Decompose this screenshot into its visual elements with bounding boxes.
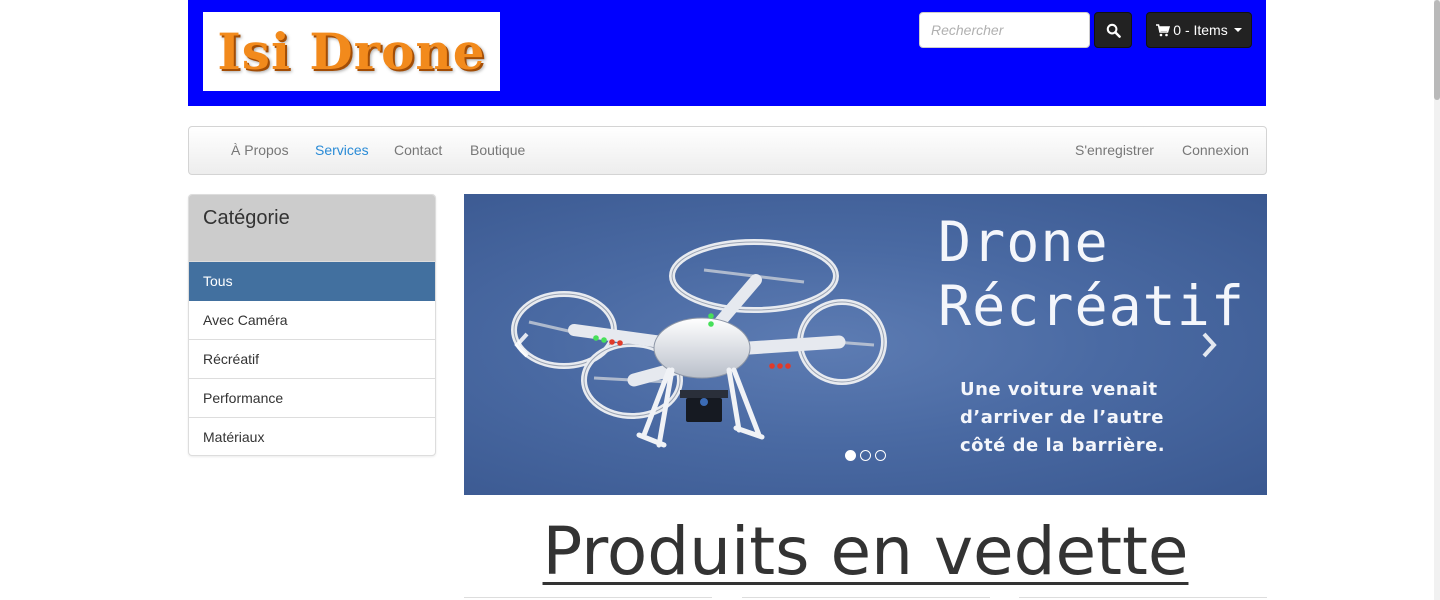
scrollbar-thumb[interactable]	[1434, 0, 1440, 100]
drone-image	[511, 239, 887, 448]
carousel-indicator-3[interactable]	[875, 450, 886, 461]
cart-dropdown-button[interactable]: 0 - Items	[1146, 12, 1252, 48]
nav-link-login[interactable]: Connexion	[1182, 127, 1249, 174]
slide-caption-line-1: Une voiture venait	[960, 379, 1158, 400]
search-icon	[1106, 23, 1121, 38]
chevron-left-icon	[514, 332, 529, 358]
site-logo[interactable]: Isi Drone	[203, 12, 500, 91]
slide-title-line-1: Drone	[938, 210, 1109, 274]
category-item-tous[interactable]: Tous	[189, 262, 435, 301]
category-title: Catégorie	[189, 195, 435, 262]
slide-caption: Une voiture venait d’arriver de l’autre …	[960, 376, 1220, 460]
featured-heading: Produits en vedette	[542, 513, 1189, 590]
shopping-cart-icon	[1156, 23, 1171, 36]
category-item-recreatif[interactable]: Récréatif	[189, 340, 435, 379]
slide-caption-line-3: côté de la barrière.	[960, 435, 1166, 456]
cart-label: 0 - Items	[1173, 22, 1228, 38]
category-item-avec-camera[interactable]: Avec Caméra	[189, 301, 435, 340]
carousel-prev-button[interactable]	[507, 325, 537, 365]
search-button[interactable]	[1094, 12, 1132, 48]
nav-link-a-propos[interactable]: À Propos	[231, 127, 289, 174]
main-navbar: À Propos Services Contact Boutique S'enr…	[188, 126, 1267, 175]
nav-link-services[interactable]: Services	[315, 127, 369, 174]
category-item-performance[interactable]: Performance	[189, 379, 435, 418]
site-header: Isi Drone 0 - Items	[188, 0, 1266, 106]
carousel-indicator-1[interactable]	[845, 450, 856, 461]
carousel-indicator-2[interactable]	[860, 450, 871, 461]
page-scrollbar[interactable]	[1434, 0, 1440, 600]
carousel-indicators	[845, 450, 886, 461]
logo-text: Isi Drone	[217, 22, 486, 81]
nav-link-contact[interactable]: Contact	[394, 127, 442, 174]
nav-link-boutique[interactable]: Boutique	[470, 127, 525, 174]
chevron-right-icon	[1202, 332, 1217, 358]
search-input[interactable]	[919, 12, 1090, 48]
carousel-next-button[interactable]	[1194, 325, 1224, 365]
caret-down-icon	[1233, 28, 1242, 32]
category-panel: Catégorie Tous Avec Caméra Récréatif Per…	[188, 194, 436, 456]
nav-link-register[interactable]: S'enregistrer	[1075, 127, 1154, 174]
slide-caption-line-2: d’arriver de l’autre	[960, 407, 1164, 428]
category-item-materiaux[interactable]: Matériaux	[189, 418, 435, 455]
slide-title: Drone Récréatif	[938, 210, 1245, 338]
hero-carousel: Drone Récréatif Une voiture venait d’arr…	[464, 194, 1267, 495]
